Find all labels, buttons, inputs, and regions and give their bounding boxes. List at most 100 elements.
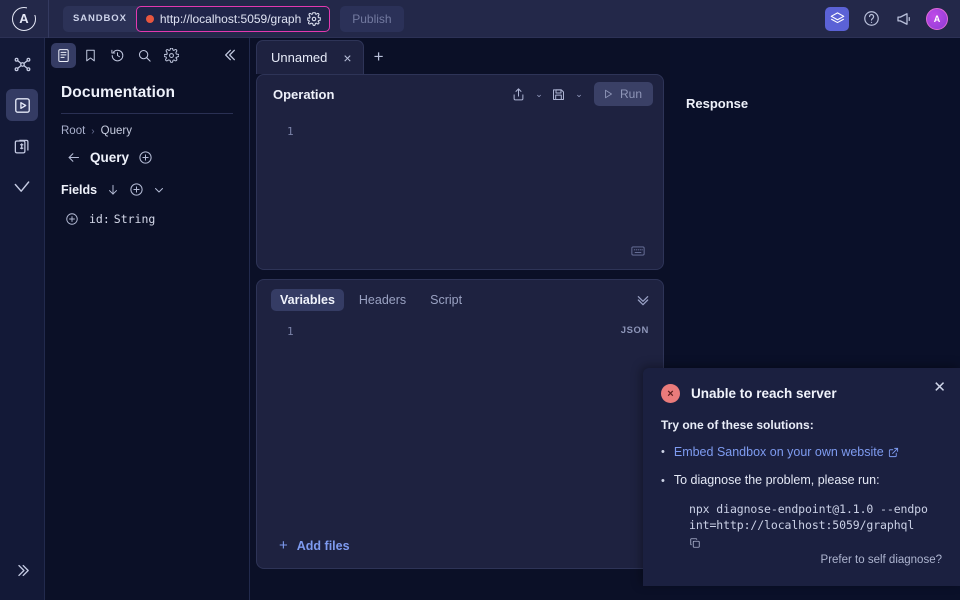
endpoint-url-field[interactable]: http://localhost:5059/graph	[136, 6, 330, 32]
endpoint-group: SANDBOX http://localhost:5059/graph	[63, 6, 330, 32]
search-icon[interactable]	[132, 43, 157, 68]
share-icon[interactable]	[508, 83, 530, 105]
error-badge-icon: ×	[661, 384, 680, 403]
breadcrumb: Root › Query	[61, 125, 233, 137]
megaphone-icon[interactable]	[893, 8, 915, 30]
expand-rail-button[interactable]	[6, 554, 38, 586]
run-label: Run	[620, 87, 642, 101]
error-dialog: ✕ × Unable to reach server Try one of th…	[643, 368, 960, 586]
add-field-to-operation-icon[interactable]	[65, 212, 79, 226]
logo-letter: A	[19, 12, 28, 25]
connection-status-dot	[146, 15, 154, 23]
diagnose-command-line-1: npx diagnose-endpoint@1.1.0 --endpo	[689, 502, 944, 518]
variables-tabstrip: Variables Headers Script	[257, 280, 663, 320]
copy-icon[interactable]	[689, 537, 944, 549]
layers-icon[interactable]	[825, 7, 849, 31]
diagnose-command-line-2: int=http://localhost:5059/graphql	[689, 518, 944, 534]
sidebar-item-checks[interactable]	[6, 171, 38, 203]
collapse-icon[interactable]	[218, 43, 243, 68]
publish-button[interactable]: Publish	[340, 6, 403, 32]
variables-line-number: 1	[287, 325, 294, 338]
endpoint-settings-gear-icon[interactable]	[307, 12, 321, 26]
breadcrumb-root[interactable]: Root	[61, 125, 85, 137]
tab-strip: Unnamed × +	[250, 38, 670, 74]
page-title: Documentation	[61, 84, 233, 102]
plus-icon: +	[279, 537, 288, 554]
bookmark-icon[interactable]	[78, 43, 103, 68]
operation-line-number: 1	[287, 125, 294, 138]
topbar-divider	[48, 0, 49, 38]
history-icon[interactable]	[105, 43, 130, 68]
checks-icon	[12, 177, 32, 197]
close-icon[interactable]: ×	[343, 51, 351, 65]
keyboard-icon[interactable]	[631, 245, 645, 257]
sidebar-item-collections[interactable]	[6, 130, 38, 162]
tab-variables[interactable]: Variables	[271, 289, 344, 311]
query-type-name: Query	[90, 150, 129, 165]
add-query-plus-icon[interactable]	[138, 150, 153, 165]
documentation-body: Documentation Root › Query Query	[45, 72, 249, 226]
field-name: id:	[89, 212, 110, 226]
embed-sandbox-link[interactable]: Embed Sandbox on your own website	[674, 444, 899, 460]
collections-icon	[13, 137, 32, 156]
sandbox-badge: SANDBOX	[63, 6, 136, 32]
close-icon[interactable]: ✕	[933, 380, 946, 395]
format-label-json: JSON	[621, 325, 649, 336]
save-chevron-down-icon[interactable]: ⌄	[573, 89, 585, 100]
chevron-down-icon[interactable]	[153, 184, 165, 196]
sidebar-item-schema[interactable]	[6, 48, 38, 80]
schema-graph-icon	[13, 55, 32, 74]
endpoint-url-text[interactable]: http://localhost:5059/graph	[160, 12, 301, 26]
breadcrumb-current[interactable]: Query	[101, 125, 132, 137]
variables-card: Variables Headers Script 1 JSON + Add fi…	[256, 279, 664, 569]
operation-column: Unnamed × + Operation ⌄	[250, 38, 670, 600]
diagnose-instruction: To diagnose the problem, please run:	[674, 473, 880, 489]
avatar[interactable]: A	[926, 8, 948, 30]
list-item: • To diagnose the problem, please run:	[661, 473, 944, 489]
back-arrow-icon[interactable]	[66, 150, 81, 165]
self-diagnose-link[interactable]: Prefer to self diagnose?	[821, 554, 942, 566]
run-button[interactable]: Run	[594, 82, 653, 106]
tab-unnamed[interactable]: Unnamed ×	[256, 40, 364, 74]
fields-label: Fields	[61, 183, 97, 197]
left-rail	[0, 38, 45, 600]
add-field-plus-icon[interactable]	[129, 182, 144, 197]
apollo-logo: A	[0, 0, 48, 38]
documentation-toolbar	[45, 38, 249, 72]
add-files-button[interactable]: + Add files	[279, 537, 350, 554]
sandbox-app: A SANDBOX http://localhost:5059/graph Pu…	[0, 0, 960, 600]
error-dialog-header: × Unable to reach server	[661, 384, 944, 403]
operation-editor-card: Operation ⌄	[256, 74, 664, 270]
response-title: Response	[686, 96, 748, 111]
external-link-icon	[888, 447, 899, 458]
error-solution-list: • Embed Sandbox on your own website • To…	[661, 444, 944, 489]
query-header-row: Query	[61, 150, 233, 165]
play-icon	[602, 88, 614, 100]
sort-down-arrow-icon[interactable]	[106, 183, 120, 197]
operation-title: Operation	[273, 87, 334, 102]
fields-header-row: Fields	[61, 182, 233, 197]
field-type: String	[114, 212, 156, 226]
list-item[interactable]: id: String	[61, 212, 233, 226]
title-divider	[61, 113, 233, 114]
tab-label: Unnamed	[271, 50, 327, 65]
top-bar: A SANDBOX http://localhost:5059/graph Pu…	[0, 0, 960, 38]
breadcrumb-separator: ›	[91, 126, 94, 137]
chevron-double-down-icon[interactable]	[635, 292, 651, 308]
settings-icon[interactable]	[159, 43, 184, 68]
bullet-icon: •	[661, 444, 665, 460]
save-icon[interactable]	[548, 83, 570, 105]
explorer-icon	[13, 96, 32, 115]
documentation-panel: Documentation Root › Query Query	[45, 38, 250, 600]
tab-script[interactable]: Script	[421, 289, 471, 311]
help-circle-icon[interactable]	[860, 8, 882, 30]
add-tab-button[interactable]: +	[364, 40, 394, 74]
share-chevron-down-icon[interactable]: ⌄	[533, 89, 545, 100]
docs-icon[interactable]	[51, 43, 76, 68]
tab-headers[interactable]: Headers	[350, 289, 415, 311]
topbar-actions: A	[825, 7, 960, 31]
diagnose-command[interactable]: npx diagnose-endpoint@1.1.0 --endpo int=…	[689, 502, 944, 534]
embed-sandbox-link-label: Embed Sandbox on your own website	[674, 445, 884, 459]
sidebar-item-explorer[interactable]	[6, 89, 38, 121]
chevron-double-right-icon	[14, 562, 31, 579]
